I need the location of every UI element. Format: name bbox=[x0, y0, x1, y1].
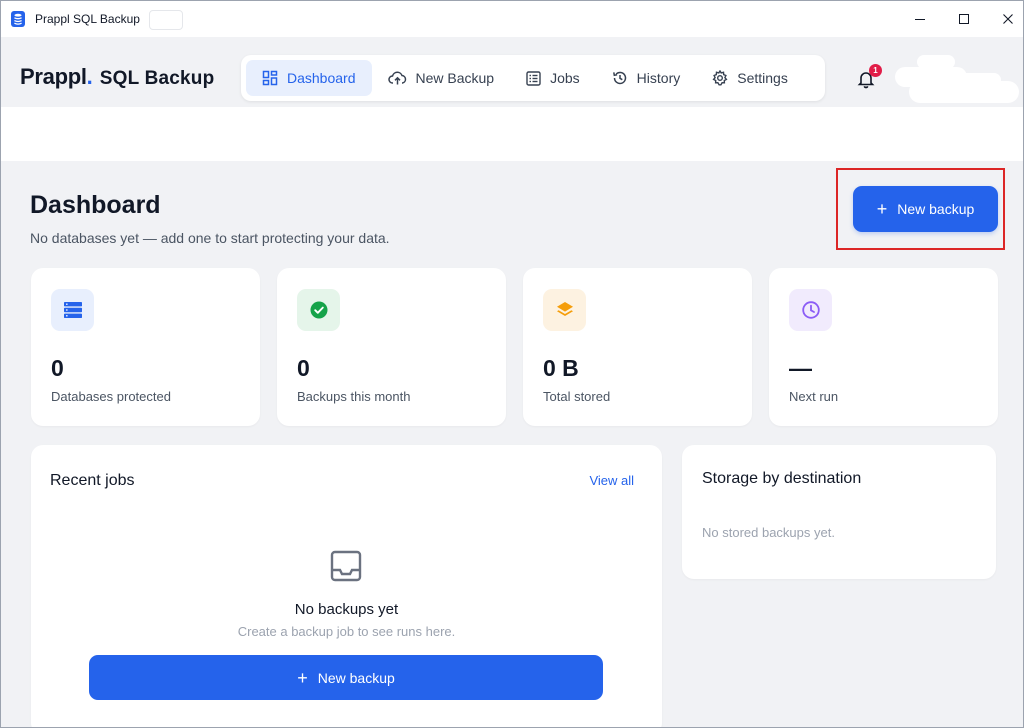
history-icon bbox=[612, 71, 626, 85]
stat-label: Databases protected bbox=[51, 389, 171, 404]
stat-label: Total stored bbox=[543, 389, 611, 404]
minimize-icon bbox=[915, 19, 925, 20]
stat-icon-wrap bbox=[789, 289, 832, 331]
tab-new-backup-label: New Backup bbox=[415, 70, 495, 86]
logo-brand: Prappl bbox=[20, 64, 87, 89]
storage-title: Storage by destination bbox=[702, 470, 862, 487]
empty-state-title: No backups yet bbox=[294, 601, 399, 618]
layers-icon bbox=[556, 302, 573, 316]
stat-icon-wrap bbox=[297, 289, 340, 331]
recent-jobs-panel: Recent jobs View all No backups yet Crea… bbox=[31, 445, 662, 727]
stat-card-backups: 0 Backups this month bbox=[277, 268, 506, 426]
stat-value: 0 bbox=[51, 355, 64, 381]
stat-value: 0 B bbox=[543, 355, 579, 381]
tab-jobs[interactable]: Jobs bbox=[510, 60, 596, 96]
app-logo: Prappl . SQL Backup bbox=[20, 64, 214, 90]
storage-panel: Storage by destination No stored backups… bbox=[682, 445, 996, 579]
new-backup-button-label: New backup bbox=[897, 201, 975, 217]
main-nav: Dashboard New Backup Jobs History Settin… bbox=[241, 55, 825, 101]
notification-badge: 1 bbox=[869, 64, 882, 77]
header-divider-band bbox=[1, 107, 1023, 161]
tab-history-label: History bbox=[636, 70, 681, 86]
title-tab-chip bbox=[149, 10, 183, 30]
check-circle-icon bbox=[310, 301, 327, 319]
close-button[interactable] bbox=[993, 7, 1023, 31]
window-title: Prappl SQL Backup bbox=[35, 12, 140, 26]
tab-new-backup[interactable]: New Backup bbox=[372, 60, 511, 96]
stat-icon-wrap bbox=[543, 289, 586, 331]
new-backup-button[interactable]: + New backup bbox=[853, 186, 998, 232]
minimize-button[interactable] bbox=[905, 7, 935, 31]
stat-card-next-run: — Next run bbox=[769, 268, 998, 426]
inbox-icon bbox=[330, 550, 362, 582]
page-title: Dashboard bbox=[30, 191, 161, 219]
stat-label: Next run bbox=[789, 389, 839, 404]
view-all-link[interactable]: View all bbox=[589, 473, 634, 488]
tab-dashboard-label: Dashboard bbox=[287, 70, 356, 86]
dashboard-main: Dashboard No databases yet — add one to … bbox=[1, 161, 1023, 727]
stat-card-databases: 0 Databases protected bbox=[31, 268, 260, 426]
tab-settings[interactable]: Settings bbox=[696, 60, 804, 96]
stat-card-storage: 0 B Total stored bbox=[523, 268, 752, 426]
tab-dashboard[interactable]: Dashboard bbox=[246, 60, 372, 96]
page-subtitle: No databases yet — add one to start prot… bbox=[30, 230, 390, 246]
stat-label: Backups this month bbox=[297, 389, 411, 404]
stat-value: — bbox=[789, 355, 812, 381]
tab-settings-label: Settings bbox=[737, 70, 788, 86]
plus-icon: + bbox=[876, 199, 888, 219]
title-bar: Prappl SQL Backup bbox=[1, 1, 1023, 37]
tab-jobs-label: Jobs bbox=[550, 70, 580, 86]
logo-product: SQL Backup bbox=[99, 68, 215, 89]
plus-icon: + bbox=[297, 667, 308, 688]
app-window: Prappl SQL Backup Prappl . SQL Backup Da… bbox=[0, 0, 1024, 728]
stat-icon-wrap bbox=[51, 289, 94, 331]
list-icon bbox=[526, 70, 541, 86]
database-icon bbox=[11, 11, 25, 27]
gear-icon bbox=[712, 70, 728, 86]
maximize-icon bbox=[959, 14, 969, 24]
clock-icon bbox=[801, 301, 820, 319]
recent-jobs-title: Recent jobs bbox=[50, 472, 135, 489]
server-stack-icon bbox=[63, 302, 82, 318]
new-backup-empty-button[interactable]: + New backup bbox=[89, 655, 603, 700]
empty-state-subtitle: Create a backup job to see runs here. bbox=[237, 624, 456, 639]
tab-history[interactable]: History bbox=[596, 60, 697, 96]
app-header: Prappl . SQL Backup Dashboard New Backup bbox=[1, 37, 1023, 111]
stat-value: 0 bbox=[297, 355, 310, 381]
maximize-button[interactable] bbox=[949, 7, 979, 31]
new-backup-empty-button-label: New backup bbox=[317, 669, 395, 686]
dashboard-grid-icon bbox=[262, 70, 278, 86]
logo-dot: . bbox=[86, 64, 93, 89]
user-avatar-redacted[interactable] bbox=[889, 47, 1023, 111]
storage-empty-text: No stored backups yet. bbox=[702, 525, 835, 540]
close-icon bbox=[1003, 14, 1013, 24]
cloud-upload-icon bbox=[387, 71, 406, 85]
